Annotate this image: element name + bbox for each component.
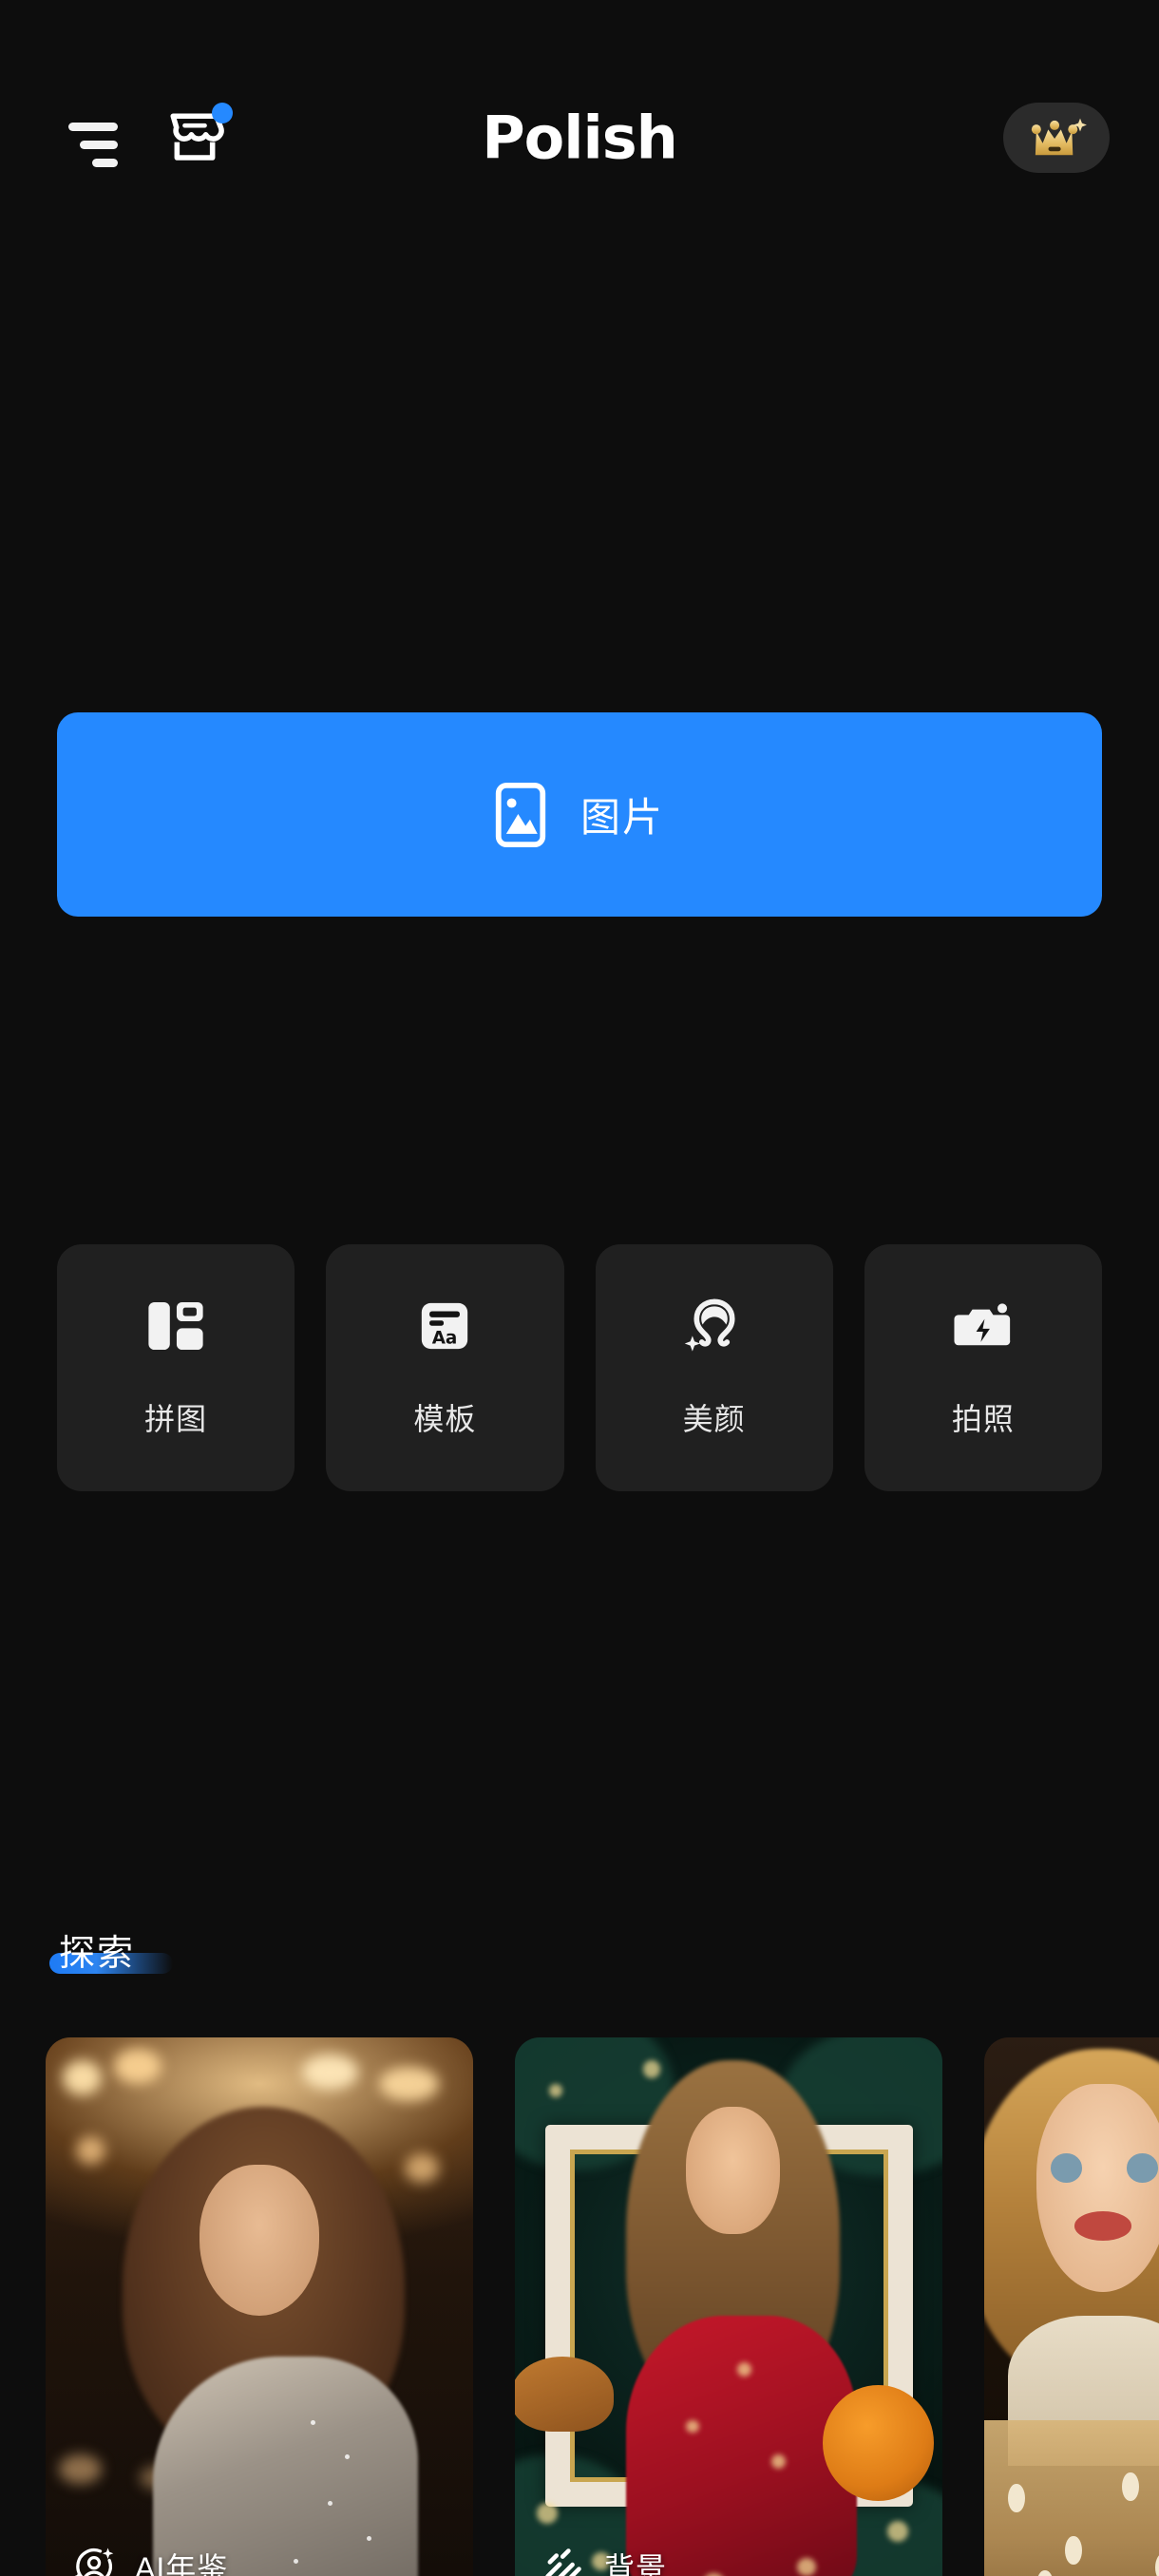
tile-collage[interactable]: 拼图 bbox=[57, 1244, 295, 1491]
tile-template-label: 模板 bbox=[413, 1402, 477, 1436]
svg-text:Aa: Aa bbox=[432, 1329, 458, 1349]
tile-camera[interactable]: 拍照 bbox=[864, 1244, 1102, 1491]
photo-icon bbox=[495, 782, 546, 847]
pro-upgrade-button[interactable] bbox=[1003, 103, 1110, 173]
explore-card-background[interactable]: 背景 bbox=[515, 2037, 942, 2576]
card-label: 背景 bbox=[542, 2545, 667, 2576]
quick-actions-grid: 拼图 Aa 模板 美颜 拍照 bbox=[57, 1244, 1102, 1491]
tile-beauty[interactable]: 美颜 bbox=[595, 1244, 833, 1491]
card-label: AI年鉴 bbox=[72, 2545, 228, 2576]
app-screen: Polish 图片 拼图 Aa 模板 美颜 拍照 探索 AI年鉴 背景 bbox=[0, 0, 1159, 2576]
collage-grid-icon bbox=[146, 1297, 205, 1355]
camera-flash-icon bbox=[954, 1297, 1013, 1355]
card-artwork bbox=[984, 2037, 1159, 2576]
app-header: Polish bbox=[0, 0, 1159, 275]
diagonal-stripes-icon bbox=[545, 2548, 581, 2576]
tile-beauty-label: 美颜 bbox=[682, 1402, 746, 1436]
explore-card-ai-yearbook[interactable]: AI年鉴 bbox=[46, 2037, 473, 2576]
card-label-text: 背景 bbox=[604, 2551, 668, 2576]
storefront-button[interactable] bbox=[162, 103, 233, 171]
explore-section-title: 探索 bbox=[49, 1923, 173, 1976]
open-photo-label: 图片 bbox=[580, 795, 664, 840]
template-aa-icon: Aa bbox=[417, 1297, 472, 1355]
header-left-actions bbox=[68, 103, 233, 171]
crown-icon bbox=[1031, 118, 1087, 156]
menu-lines-icon[interactable] bbox=[68, 113, 118, 167]
menu-line-2 bbox=[80, 141, 118, 149]
main-content: 图片 拼图 Aa 模板 美颜 拍照 探索 AI年鉴 背景 bbox=[0, 275, 1159, 2576]
shop-notification-dot bbox=[212, 103, 233, 123]
explore-card-row[interactable]: AI年鉴 背景 bbox=[46, 2037, 1159, 2576]
menu-line-1 bbox=[68, 123, 118, 131]
explore-card-painted-portrait[interactable] bbox=[984, 2037, 1159, 2576]
beauty-face-icon bbox=[684, 1297, 745, 1355]
open-photo-button[interactable]: 图片 bbox=[57, 712, 1102, 917]
tile-template[interactable]: Aa 模板 bbox=[326, 1244, 564, 1491]
tile-camera-label: 拍照 bbox=[951, 1402, 1015, 1436]
tile-collage-label: 拼图 bbox=[144, 1402, 208, 1436]
explore-title-text: 探索 bbox=[59, 1934, 136, 1974]
menu-line-3 bbox=[92, 159, 118, 167]
card-artwork bbox=[46, 2037, 473, 2576]
card-artwork bbox=[515, 2037, 942, 2576]
person-sparkle-icon bbox=[74, 2548, 114, 2576]
card-label-text: AI年鉴 bbox=[135, 2551, 229, 2576]
